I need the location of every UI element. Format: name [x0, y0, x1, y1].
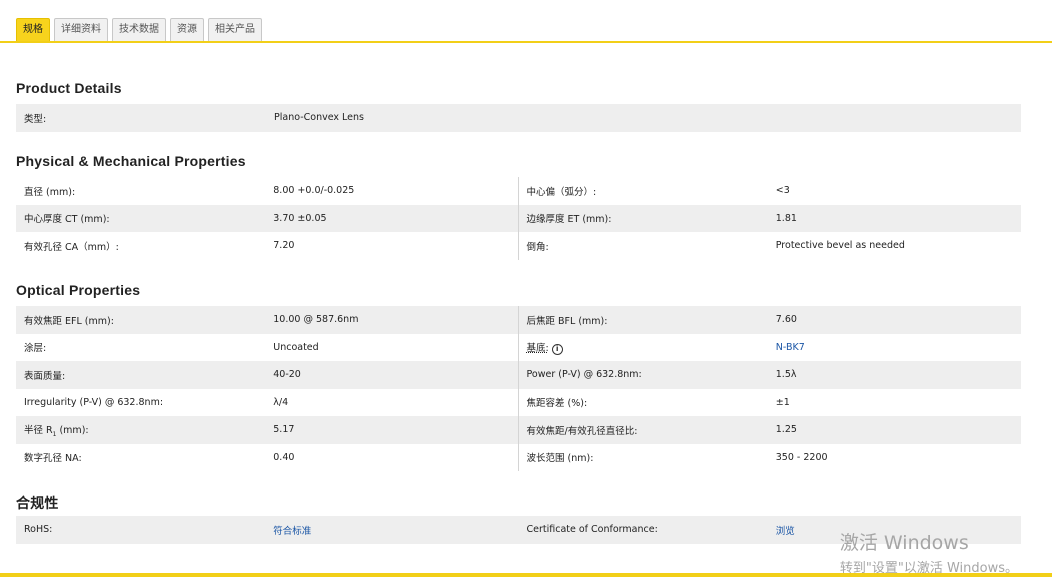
spec-value: 1.5λ — [775, 369, 797, 381]
tab-specs[interactable]: 规格 — [16, 18, 50, 42]
table-row: 半径 R1 (mm): 5.17 有效焦距/有效孔径直径比: 1.25 — [16, 416, 1021, 444]
spec-value: Uncoated — [265, 333, 519, 361]
table-row: 表面质量: 40-20 Power (P-V) @ 632.8nm: 1.5λ — [16, 361, 1021, 389]
spec-label: 后焦距 BFL (mm): — [526, 315, 608, 327]
spec-value: 5.17 — [265, 416, 519, 444]
tab-related-products[interactable]: 相关产品 — [208, 18, 262, 42]
table-row: 类型: Plano-Convex Lens — [16, 104, 1021, 132]
spec-label: 中心偏（弧分）: — [526, 186, 597, 198]
spec-label: Power (P-V) @ 632.8nm: — [526, 369, 642, 381]
spec-label: 有效焦距/有效孔径直径比: — [526, 425, 638, 437]
table-row: 有效孔径 CA（mm）: 7.20 倒角: Protective bevel a… — [16, 232, 1021, 260]
spec-label-radius: 半径 R1 (mm): — [16, 422, 265, 438]
spec-label: 数字孔径 NA: — [24, 453, 82, 465]
table-row: 数字孔径 NA: 0.40 波长范围 (nm): 350 - 2200 — [16, 443, 1021, 471]
spec-label: 表面质量: — [24, 370, 66, 382]
spec-label: RoHS: — [24, 524, 53, 536]
table-row: Irregularity (P-V) @ 632.8nm: λ/4 焦距容差 (… — [16, 388, 1021, 416]
spec-label: Irregularity (P-V) @ 632.8nm: — [24, 396, 164, 408]
spec-value: 符合标准 — [265, 516, 518, 544]
spec-value: 40-20 — [265, 361, 519, 389]
spec-label: 涂层: — [24, 343, 47, 355]
spec-value: N-BK7 — [768, 334, 1021, 362]
product-details-table: 类型: Plano-Convex Lens — [16, 104, 1021, 132]
radius-label: 半径 R — [24, 424, 53, 436]
spec-label: Certificate of Conformance: — [526, 524, 658, 536]
table-row: 涂层: Uncoated 基底: i N-BK7 — [16, 333, 1021, 362]
spec-value: Protective bevel as needed — [775, 240, 905, 252]
spec-value: 10.00 @ 587.6nm — [265, 306, 519, 334]
spec-label: 边缘厚度 ET (mm): — [526, 214, 612, 226]
radius-unit: (mm): — [56, 424, 89, 436]
table-row: 有效焦距 EFL (mm): 10.00 @ 587.6nm 后焦距 BFL (… — [16, 306, 1021, 334]
spec-label: 波长范围 (nm): — [526, 453, 594, 465]
bottom-accent-bar — [0, 573, 1052, 577]
spec-value: 1.81 — [775, 212, 797, 224]
rohs-link[interactable]: 符合标准 — [273, 523, 311, 537]
spec-label: 有效孔径 CA（mm）: — [24, 241, 119, 253]
spec-label: 类型: — [24, 113, 47, 125]
spec-value: 3.70 ±0.05 — [265, 204, 519, 232]
tab-underline — [0, 41, 1052, 43]
tab-bar: 规格 详细资料 技术数据 资源 相关产品 — [16, 18, 262, 42]
watermark-line1: 激活 Windows — [839, 532, 969, 554]
tab-tech-data[interactable]: 技术数据 — [112, 18, 166, 42]
info-icon[interactable]: i — [551, 343, 563, 355]
spec-label: 倒角: — [526, 241, 549, 253]
spec-label: 中心厚度 CT (mm): — [24, 214, 110, 226]
spec-value: 350 - 2200 — [775, 451, 828, 463]
spec-label-substrate: 基底: i — [519, 340, 768, 355]
tab-resources[interactable]: 资源 — [170, 18, 204, 42]
spec-value: 7.60 — [775, 314, 797, 326]
physical-table: 直径 (mm): 8.00 +0.0/-0.025 中心偏（弧分）: <3 中心… — [16, 177, 1021, 260]
spec-value: 0.40 — [265, 443, 519, 471]
spec-value: 1.25 — [775, 424, 797, 436]
spec-label: 直径 (mm): — [24, 186, 76, 198]
table-row: 中心厚度 CT (mm): 3.70 ±0.05 边缘厚度 ET (mm): 1… — [16, 204, 1021, 232]
table-row: 直径 (mm): 8.00 +0.0/-0.025 中心偏（弧分）: <3 — [16, 177, 1021, 205]
spec-value: <3 — [775, 185, 790, 197]
tab-details[interactable]: 详细资料 — [54, 18, 108, 42]
substrate-link[interactable]: N-BK7 — [776, 342, 805, 353]
section-title-physical: Physical & Mechanical Properties — [16, 153, 246, 169]
certificate-view-link[interactable]: 浏览 — [776, 523, 795, 537]
spec-value: Plano-Convex Lens — [274, 112, 364, 124]
spec-value: ±1 — [775, 396, 790, 408]
optical-table: 有效焦距 EFL (mm): 10.00 @ 587.6nm 后焦距 BFL (… — [16, 306, 1021, 471]
spec-value: λ/4 — [265, 388, 519, 416]
spec-label: 焦距容差 (%): — [526, 398, 588, 410]
spec-value: 7.20 — [265, 232, 519, 260]
section-title-optical: Optical Properties — [16, 282, 141, 298]
section-title-product-details: Product Details — [16, 80, 122, 96]
windows-activation-watermark: 激活 Windows 转到"设置"以激活 Windows。 — [840, 528, 1018, 576]
substrate-label: 基底: — [526, 342, 549, 354]
spec-value: 8.00 +0.0/-0.025 — [265, 177, 519, 205]
section-title-compliance: 合规性 — [16, 495, 59, 511]
spec-label: 有效焦距 EFL (mm): — [24, 315, 114, 327]
